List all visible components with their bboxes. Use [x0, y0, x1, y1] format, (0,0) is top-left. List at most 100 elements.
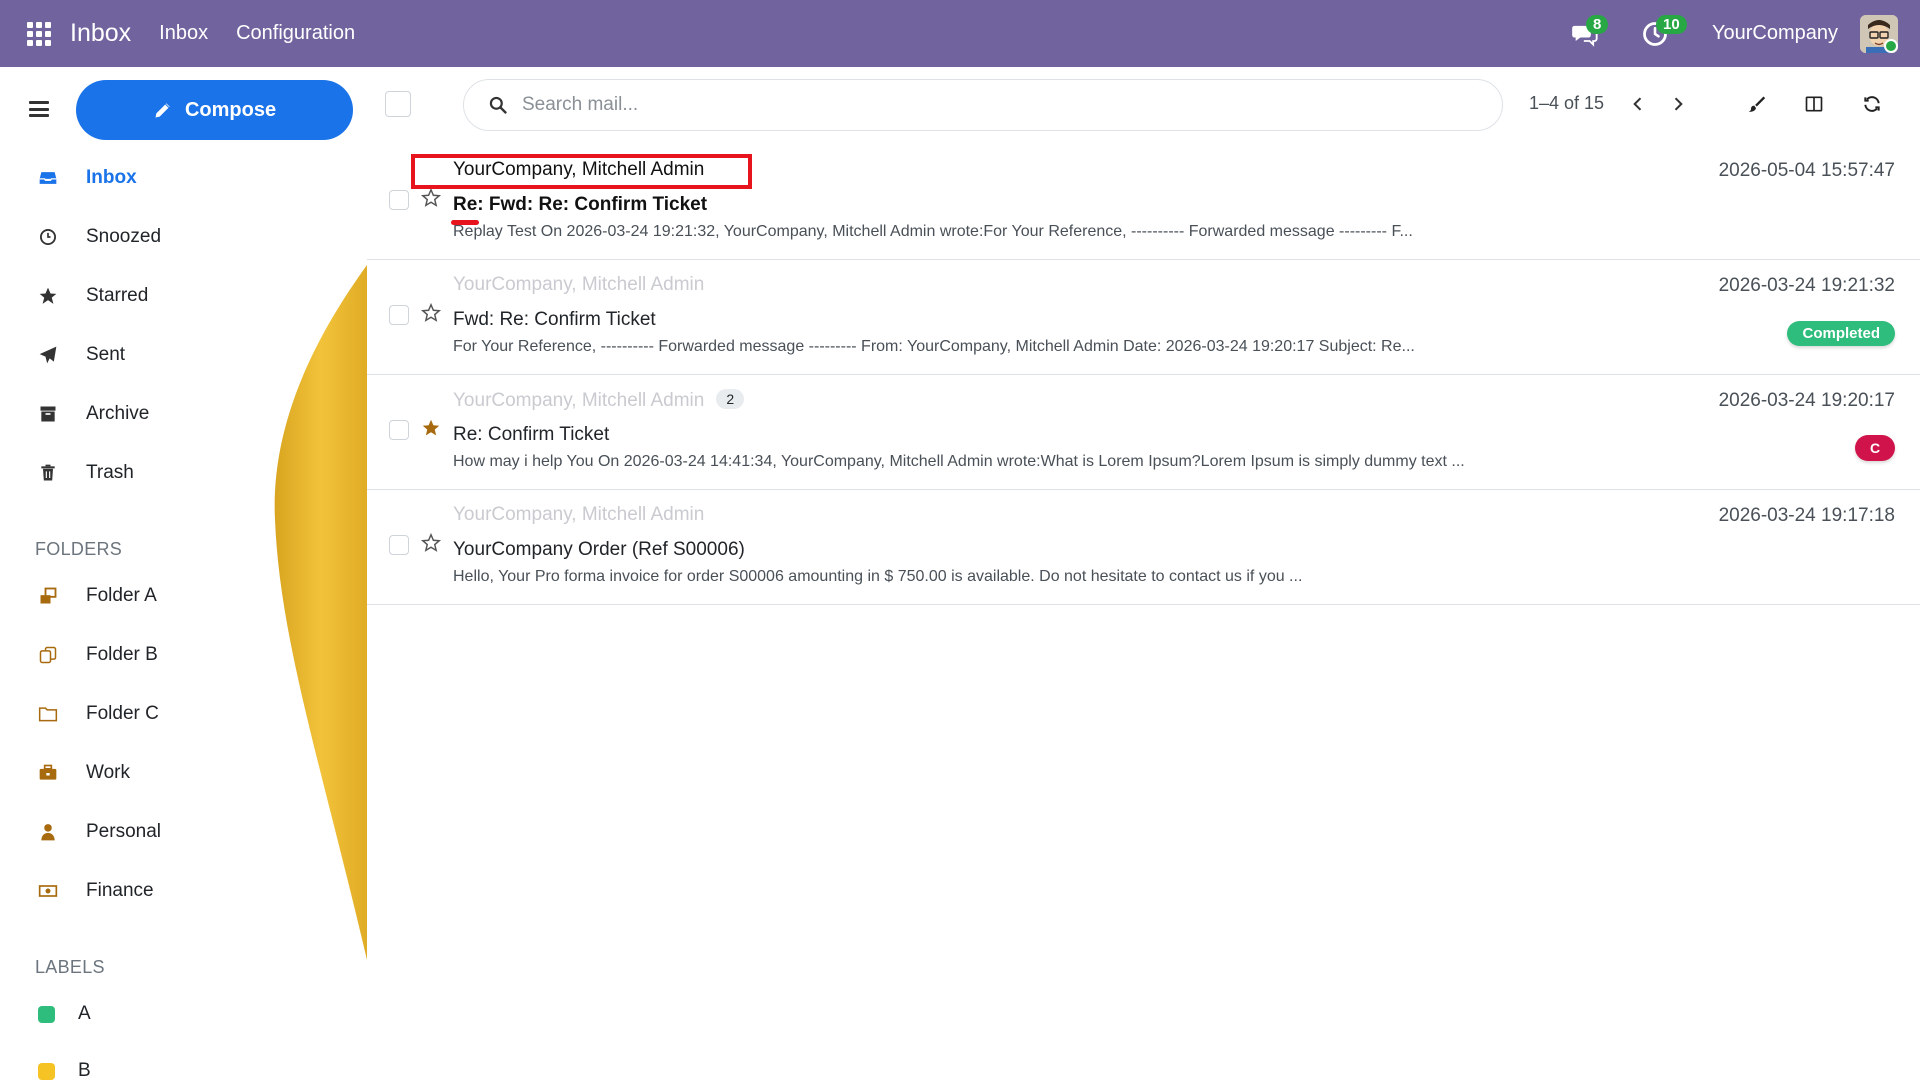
- trash-icon: [41, 464, 55, 481]
- sidebar-item-finance[interactable]: Finance: [14, 868, 354, 914]
- mail-date: 2026-03-24 19:21:32: [1718, 275, 1895, 296]
- mail-preview: Hello, Your Pro forma invoice for order …: [453, 568, 1303, 585]
- split-view-button[interactable]: [1799, 89, 1829, 119]
- activity-button[interactable]: 10: [1638, 14, 1687, 51]
- archive-icon: [40, 406, 56, 422]
- star-filled-icon[interactable]: [420, 417, 442, 439]
- sidebar-item-trash[interactable]: Trash: [14, 450, 354, 496]
- activity-count-badge: 10: [1655, 14, 1687, 34]
- search-input[interactable]: [522, 94, 1422, 116]
- row-checkbox[interactable]: [389, 535, 409, 555]
- star-outline-icon[interactable]: [420, 532, 442, 554]
- refresh-icon: [1864, 96, 1880, 112]
- star-icon: [39, 287, 57, 304]
- folder-a-icon: [40, 587, 57, 604]
- money-icon: [38, 885, 58, 897]
- label-color-swatch: [37, 1005, 55, 1023]
- sidebar-item-label: A: [78, 1003, 91, 1024]
- sidebar-item-starred[interactable]: Starred: [14, 273, 354, 319]
- sidebar-item-snoozed[interactable]: Snoozed: [14, 214, 354, 260]
- inbox-icon: [39, 172, 57, 184]
- sidebar-item-label: Work: [86, 762, 130, 783]
- sidebar-label-b[interactable]: B: [14, 1048, 354, 1091]
- sidebar-item-folder-a[interactable]: Folder A: [14, 573, 354, 619]
- sidebar-item-work[interactable]: Work: [14, 750, 354, 796]
- star-outline-icon[interactable]: [420, 302, 442, 324]
- mail-row[interactable]: YourCompany, Mitchell Admin Fwd: Re: Con…: [367, 260, 1920, 375]
- app-title[interactable]: Inbox: [70, 19, 131, 48]
- mail-sender-name: YourCompany, Mitchell Admin: [453, 390, 705, 411]
- sidebar-item-label: Personal: [86, 821, 161, 842]
- clock-icon: [40, 229, 56, 245]
- sidebar-item-sent[interactable]: Sent: [14, 332, 354, 378]
- mail-main-panel: 1–4 of 15 YourCompany, Mitchell Admin Re…: [367, 67, 1920, 1091]
- paper-plane-icon: [39, 346, 57, 364]
- sidebar-item-inbox[interactable]: Inbox: [14, 155, 354, 201]
- apps-grid-icon[interactable]: [27, 21, 51, 46]
- chevron-left-icon: [1633, 97, 1642, 111]
- select-all-checkbox[interactable]: [385, 91, 411, 117]
- sidebar-item-label: Snoozed: [86, 226, 162, 247]
- sidebar-item-label: Finance: [86, 880, 154, 901]
- sidebar-item-personal[interactable]: Personal: [14, 809, 354, 855]
- mail-subject: Re: Confirm Ticket: [453, 424, 610, 445]
- row-checkbox[interactable]: [389, 190, 409, 210]
- menu-inbox[interactable]: Inbox: [159, 22, 208, 45]
- status-badge-completed: Completed: [1787, 321, 1895, 346]
- mail-date: 2026-03-24 19:20:17: [1718, 390, 1895, 411]
- star-outline-icon[interactable]: [420, 187, 442, 209]
- mail-preview: How may i help You On 2026-03-24 14:41:3…: [453, 453, 1465, 470]
- folders-heading: FOLDERS: [35, 539, 123, 559]
- folder-b-icon: [39, 646, 57, 664]
- pager-text: 1–4 of 15: [1529, 93, 1605, 113]
- prev-page-button[interactable]: [1623, 89, 1653, 119]
- sidebar-item-folder-c[interactable]: Folder C: [14, 691, 354, 737]
- sidebar-item-label: Folder C: [86, 703, 159, 724]
- mail-subject: YourCompany Order (Ref S00006): [453, 539, 745, 560]
- compose-button[interactable]: Compose: [76, 80, 353, 140]
- search-icon: [489, 96, 507, 114]
- folder-open-icon: [38, 707, 58, 722]
- thread-count-badge: 2: [716, 389, 745, 409]
- sidebar-item-archive[interactable]: Archive: [14, 391, 354, 437]
- mail-sender: YourCompany, Mitchell Admin: [453, 159, 705, 180]
- chat-count-badge: 8: [1585, 14, 1609, 34]
- briefcase-icon: [39, 764, 57, 780]
- split-view-icon: [1805, 96, 1823, 112]
- search-box: [463, 79, 1503, 131]
- refresh-button[interactable]: [1857, 89, 1887, 119]
- sidebar-item-folder-b[interactable]: Folder B: [14, 632, 354, 678]
- sidebar-label-a[interactable]: A: [14, 991, 354, 1037]
- sidebar-item-label: Folder A: [86, 585, 157, 606]
- mail-sender: YourCompany, Mitchell Admin: [453, 274, 705, 295]
- top-navbar: Inbox Inbox Configuration 8 10 YourCompa…: [0, 0, 1920, 67]
- mail-row[interactable]: YourCompany, Mitchell Admin Re: Fwd: Re:…: [367, 145, 1920, 260]
- online-status-dot: [1884, 38, 1898, 53]
- sidebar-item-label: Trash: [86, 462, 134, 483]
- label-badge-c: C: [1855, 435, 1895, 461]
- mail-sender: YourCompany, Mitchell Admin 2: [453, 389, 745, 412]
- style-button[interactable]: [1741, 89, 1771, 119]
- mail-sender: YourCompany, Mitchell Admin: [453, 504, 705, 525]
- row-checkbox[interactable]: [389, 420, 409, 440]
- compose-label: Compose: [184, 98, 277, 121]
- mail-row[interactable]: YourCompany, Mitchell Admin 2 Re: Confirm…: [367, 375, 1920, 490]
- sidebar-item-label: B: [78, 1060, 91, 1081]
- chat-button[interactable]: 8: [1568, 14, 1609, 51]
- next-page-button[interactable]: [1663, 89, 1693, 119]
- mail-preview: Replay Test On 2026-03-24 19:21:32, Your…: [453, 223, 1413, 240]
- mail-date: 2026-03-24 19:17:18: [1718, 505, 1895, 526]
- row-checkbox[interactable]: [389, 305, 409, 325]
- sidebar-item-label: Folder B: [86, 644, 158, 665]
- mail-list: YourCompany, Mitchell Admin Re: Fwd: Re:…: [367, 145, 1920, 605]
- sidebar-item-label: Sent: [86, 344, 126, 365]
- mail-row[interactable]: YourCompany, Mitchell Admin YourCompany …: [367, 490, 1920, 605]
- label-color-swatch: [37, 1062, 55, 1080]
- labels-heading: LABELS: [35, 957, 105, 977]
- user-icon: [41, 824, 55, 841]
- mail-toolbar: 1–4 of 15: [367, 67, 1920, 142]
- menu-configuration[interactable]: Configuration: [236, 22, 355, 45]
- company-switcher[interactable]: YourCompany: [1712, 22, 1838, 45]
- hamburger-menu-icon[interactable]: [29, 101, 49, 117]
- user-avatar[interactable]: [1860, 14, 1898, 53]
